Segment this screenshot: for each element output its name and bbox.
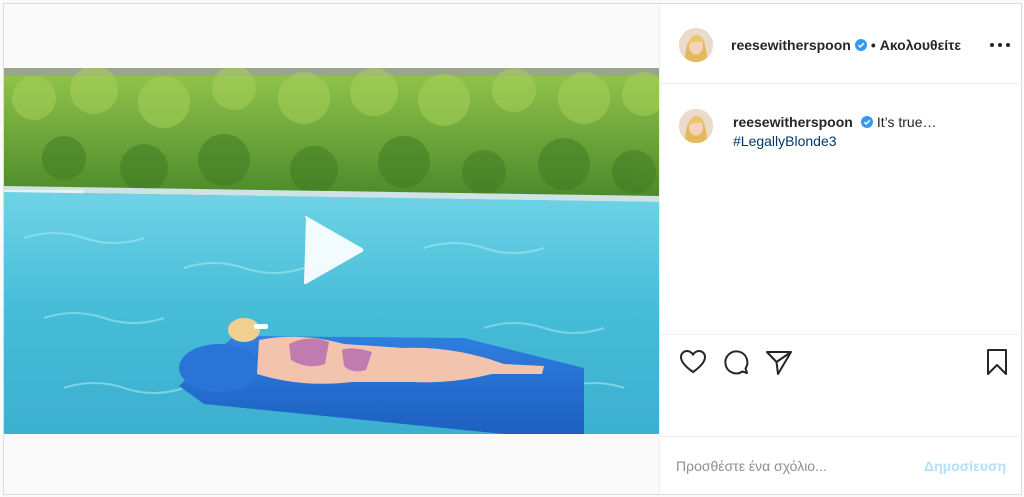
header-separator: • [870, 37, 876, 53]
more-dot [998, 43, 1002, 47]
avatar-image [679, 109, 713, 143]
post-header: reesewitherspoon • Ακολουθείτε [660, 4, 1022, 84]
paper-plane-icon [766, 351, 792, 375]
post-caption: reesewitherspoon It’s true… #LegallyBlond… [733, 113, 1003, 151]
play-icon [304, 216, 364, 285]
action-bar [660, 334, 1022, 434]
author-username[interactable]: reesewitherspoon [731, 37, 851, 53]
comment-button[interactable] [721, 347, 751, 377]
play-button[interactable] [298, 212, 368, 288]
bookmark-icon [987, 349, 1007, 375]
like-button[interactable] [678, 347, 708, 377]
caption-text: It’s true… [876, 114, 937, 130]
heart-icon [679, 349, 707, 374]
share-button[interactable] [764, 347, 794, 377]
save-button[interactable] [982, 347, 1012, 377]
header-title-line: reesewitherspoon • Ακολουθείτε [731, 36, 961, 54]
avatar-image [679, 28, 713, 62]
comment-input[interactable] [676, 456, 916, 476]
verified-badge-icon [854, 39, 867, 51]
post-video[interactable] [4, 68, 659, 434]
media-panel [4, 4, 659, 494]
comments-section: reesewitherspoon It’s true… #LegallyBlond… [660, 84, 1022, 334]
verified-badge-icon [860, 116, 873, 128]
post-comment-button[interactable]: Δημοσίευση [924, 458, 1006, 474]
caption-author-avatar[interactable] [679, 109, 713, 143]
more-dot [1006, 43, 1010, 47]
comment-bubble-icon [724, 350, 749, 375]
follow-status-button[interactable]: Ακολουθείτε [880, 37, 961, 53]
add-comment-bar: Δημοσίευση [660, 436, 1022, 494]
more-dot [990, 43, 994, 47]
caption-hashtag-link[interactable]: #LegallyBlonde3 [733, 132, 1003, 151]
instagram-post: reesewitherspoon • Ακολουθείτε reesewith… [3, 3, 1022, 495]
more-options-icon[interactable] [990, 38, 1010, 52]
post-sidebar: reesewitherspoon • Ακολουθείτε reesewith… [659, 4, 1022, 494]
author-avatar[interactable] [679, 28, 713, 62]
caption-username[interactable]: reesewitherspoon [733, 114, 853, 130]
